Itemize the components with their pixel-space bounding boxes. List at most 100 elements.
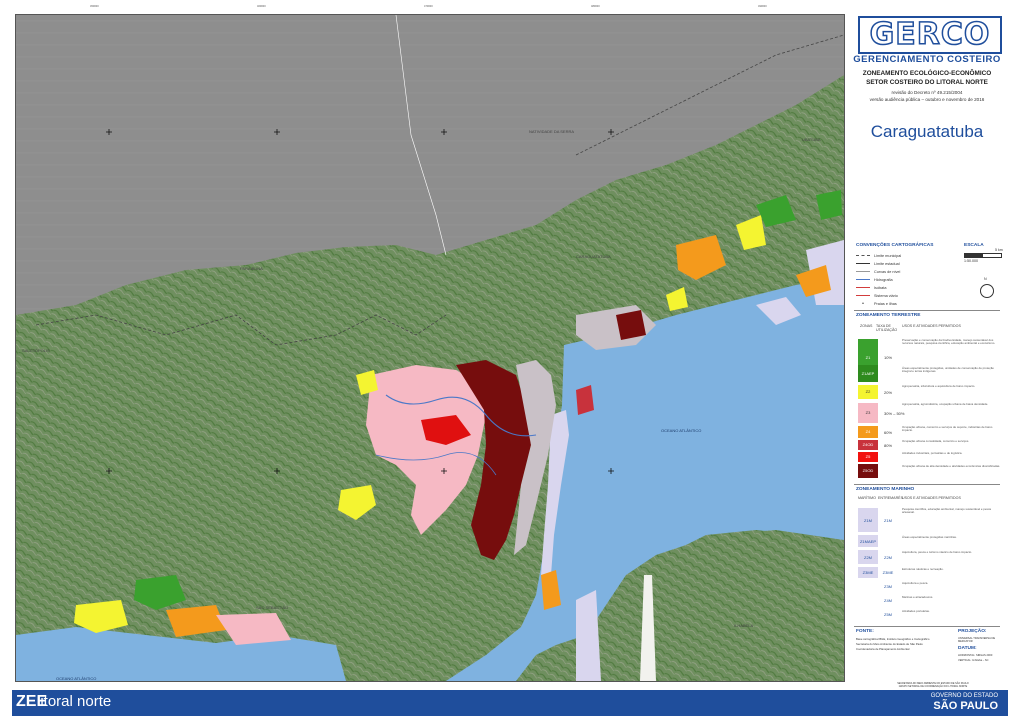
zone-north-dense [616, 310, 646, 340]
credit-line: GRUPO SETORIAL DE COORDENAÇÃO DO LITORAL… [898, 685, 968, 688]
label-ilhabela: ILHABELA [734, 623, 753, 628]
zone-swatch-z4od: Z4OD [858, 440, 878, 450]
scale-km: 5 km [995, 248, 1003, 252]
scale-ratio: 1:50.000 [964, 259, 978, 263]
marine-swatch-z2m-tidal: Z2M [878, 550, 898, 564]
label-oceano: OCEANO ATLÂNTICO [661, 428, 701, 433]
marine-desc: Áreas especialmente protegidas marinhas. [902, 535, 957, 539]
tick-top: 450000 [90, 5, 99, 8]
marine-desc: Atividades portuárias. [902, 609, 930, 613]
footer-region: litoral norte [37, 693, 112, 710]
marine-swatch-z1m: Z1M [858, 508, 878, 532]
col-uses: USOS E ATIVIDADES PERMITIDOS [902, 496, 961, 500]
col-maritime: MARÍTIMO [858, 496, 876, 500]
source-line: Base cartográfica IBGE, Instituto Geográ… [856, 637, 930, 641]
zone-swatch-z2: Z2 [858, 385, 878, 399]
zone-desc: Ocupação urbana, comércio e serviços de … [902, 425, 993, 433]
legend-label: Limite municipal [874, 253, 902, 258]
zone-swatch-z4: Z4 [858, 426, 878, 438]
gerco-subtitle: GERENCIAMENTO COSTEIRO [853, 54, 1001, 65]
projection-line: UNIVERSAL TRANSVERSA DE MERCATOR [958, 637, 996, 643]
label-paraibuna: PARAIBUNA [240, 266, 263, 271]
source-line: Secretaria do Meio Ambiente do Estado de… [856, 642, 923, 646]
road-icon [856, 287, 870, 288]
state-limit-icon [856, 263, 870, 264]
limit-icon [856, 255, 870, 256]
divider [854, 626, 1000, 627]
col-uses: USOS E ATIVIDADES PERMITIDOS [902, 324, 961, 328]
col-zone: ZONAS [860, 324, 873, 328]
tick-top: 470000 [424, 5, 433, 8]
zone-swatch-z3: Z3 [858, 403, 878, 423]
scale-bar [964, 253, 1002, 258]
marine-swatch-z5m: Z5M [878, 609, 898, 620]
label-oceano-south: OCEANO ATLÂNTICO [56, 676, 96, 681]
zone-desc: Preservação e conservação da biodiversid… [902, 338, 996, 346]
version-text: versão audiência pública – outubro e nov… [869, 97, 985, 102]
col-rate: TAXA DE UTILIZAÇÃO [876, 324, 898, 332]
zone-swatch-z5od: Z5OD [858, 464, 878, 478]
zone-desc: Ocupação urbana consolidada, comércio e … [902, 439, 970, 443]
zone-rate: 80% [884, 443, 893, 448]
point-icon: • [862, 300, 864, 307]
label-caraguatatuba: CARAGUATATUBA [576, 254, 611, 259]
legend-label: Limite estadual [874, 261, 900, 266]
footer-gov-name: SÃO PAULO [933, 700, 998, 712]
marine-desc: Marinas e atracadouros. [902, 595, 934, 599]
divider [854, 310, 1000, 311]
legend-item: Isóbata [856, 284, 886, 291]
source-title: FONTE: [856, 629, 874, 634]
zone-rate: 20% [884, 390, 893, 395]
legend-item: • Praias e ilhas [856, 300, 897, 307]
marine-title: ZONEAMENTO MARINHO [856, 487, 915, 492]
zoning-map[interactable]: NATIVIDADE DA SERRA UBATUBA PARAIBUNA SA… [16, 15, 844, 681]
tick-top: 480000 [591, 5, 600, 8]
legend-label: Hidrografia [874, 277, 893, 282]
zone-desc: Ocupação urbana de alta densidade e ativ… [902, 464, 1001, 468]
label-salesopolis: SALESÓPOLIS [22, 348, 50, 353]
map-frame[interactable]: NATIVIDADE DA SERRA UBATUBA PARAIBUNA SA… [15, 14, 845, 682]
marine-desc: Aquicultura, pesca e turismo náutico de … [902, 550, 973, 554]
zone-rate: 30% – 50% [884, 411, 905, 416]
zone-desc: Atividades industriais, portuárias e de … [902, 451, 963, 455]
tick-top: 460000 [257, 5, 266, 8]
gerco-logo: GERCO [858, 16, 1002, 54]
north-label: N [984, 277, 987, 281]
marine-swatch-z1m-tidal: Z1M [878, 508, 898, 532]
legend-label: Sistema viário [874, 293, 898, 298]
datum-line: VERTICAL: Imbituba – SC [958, 659, 989, 662]
label-sao-sebastiao: SÃO SEBASTIÃO [256, 605, 288, 610]
river-icon [856, 279, 870, 280]
marine-swatch-z4m: Z4M [878, 595, 898, 606]
conventions-title: CONVENÇÕES CARTOGRÁFICAS [856, 243, 934, 248]
road-icon [856, 295, 870, 296]
contour-icon [856, 271, 870, 272]
legend-item: Curvas de nível [856, 268, 900, 275]
decree-text: revisão do Decreto nº 49.215/2004 [891, 90, 963, 95]
zone-rate: 60% [884, 430, 893, 435]
marine-swatch-z2m: Z2M [858, 550, 878, 564]
col-tidal: ENTREMARÉS [878, 496, 903, 500]
marine-swatch-z3me: Z3ME [858, 567, 878, 578]
projection-title: PROJEÇÃO: [958, 629, 987, 634]
legend-item: Hidrografia [856, 276, 893, 283]
footer-band [12, 690, 1008, 716]
legend-item: Sistema viário [856, 292, 898, 299]
legend-panel: GERCO GERENCIAMENTO COSTEIRO ZONEAMENTO … [846, 14, 1008, 680]
credit-block: SECRETARIA DO MEIO AMBIENTE DO ESTADO DE… [858, 682, 1008, 688]
marine-swatch-z3me-tidal: Z3ME [878, 567, 898, 578]
zone-desc: Áreas especialmente protegidas, unidades… [902, 366, 994, 374]
legend-label: Praias e ilhas [874, 301, 897, 306]
municipality-title: Caraguatatuba [870, 122, 984, 141]
zone-swatch-z1aep: Z1AEP [858, 365, 878, 382]
terrestrial-title: ZONEAMENTO TERRESTRE [856, 313, 921, 318]
legend-label: Isóbata [874, 285, 887, 290]
zone-desc: Agropecuária, silvicultura e aquicultura… [902, 384, 976, 388]
north-arrow-icon [980, 284, 994, 298]
zone-z4od [576, 385, 594, 415]
legend-item: Limite municipal [856, 252, 901, 259]
marine-desc: Estruturas náuticas e recreação. [902, 567, 944, 571]
zone-desc: Agropecuária, agroindústria, ocupação ur… [902, 402, 989, 406]
marine-swatch-z3m: Z3M [878, 581, 898, 592]
scale-title: ESCALA [964, 243, 984, 248]
